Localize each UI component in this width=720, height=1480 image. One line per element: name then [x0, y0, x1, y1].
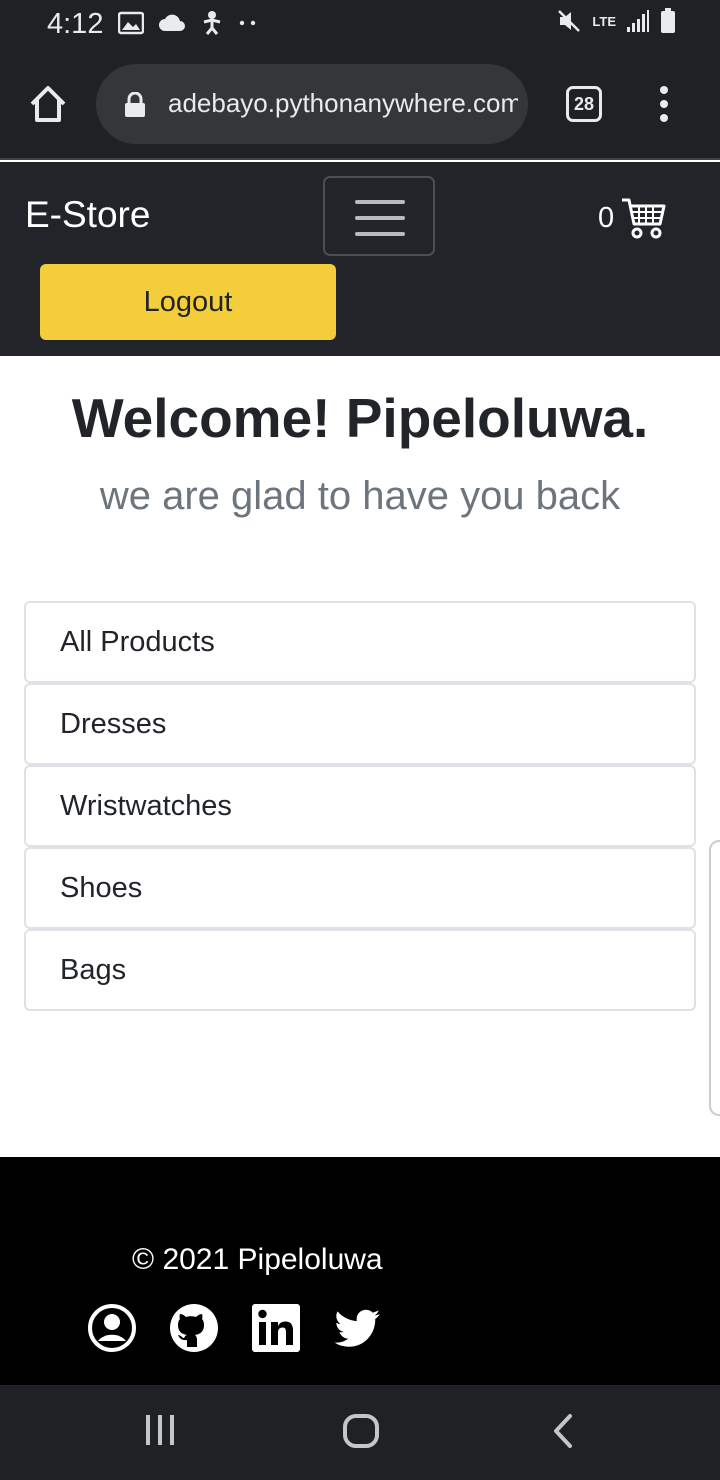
- brand-link[interactable]: E-Store: [25, 194, 150, 236]
- footer: © 2021 Pipeloluwa: [0, 1157, 720, 1385]
- edge-panel-handle[interactable]: [709, 840, 720, 1116]
- category-item-shoes[interactable]: Shoes: [24, 847, 696, 929]
- social-links: [87, 1303, 383, 1353]
- twitter-icon[interactable]: [333, 1303, 383, 1353]
- status-bar: 4:12 LTE: [0, 0, 720, 52]
- cart-count: 0: [598, 201, 615, 234]
- category-item-bags[interactable]: Bags: [24, 929, 696, 1011]
- cart-link[interactable]: 0: [598, 196, 666, 240]
- page-title: Welcome! Pipeloluwa.: [71, 387, 649, 449]
- lock-icon: [125, 92, 145, 117]
- cloud-icon: [159, 14, 185, 31]
- menu-icon[interactable]: [650, 84, 678, 124]
- github-icon[interactable]: [169, 1303, 219, 1353]
- status-icons-right: LTE: [556, 8, 676, 34]
- more-dots-icon: [239, 20, 256, 26]
- site-navbar: E-Store 0 Logout: [0, 162, 720, 356]
- home-icon[interactable]: [26, 82, 70, 126]
- hamburger-icon: [355, 216, 405, 220]
- browser-toolbar: adebayo.pythonanywhere.com 28: [0, 52, 720, 160]
- category-item-wristwatches[interactable]: Wristwatches: [24, 765, 696, 847]
- profile-icon[interactable]: [87, 1303, 137, 1353]
- battery-icon: [661, 8, 675, 33]
- address-bar[interactable]: adebayo.pythonanywhere.com: [96, 64, 528, 144]
- navbar-toggler-button[interactable]: [323, 176, 435, 256]
- mute-icon: [558, 10, 581, 32]
- lte-icon: LTE: [592, 13, 616, 29]
- status-time: 4:12: [47, 8, 104, 40]
- category-item-dresses[interactable]: Dresses: [24, 683, 696, 765]
- system-navigation-bar: [0, 1385, 720, 1480]
- logout-button[interactable]: Logout: [40, 264, 336, 340]
- hamburger-icon: [355, 200, 405, 204]
- tabs-button[interactable]: 28: [566, 86, 602, 122]
- linkedin-icon[interactable]: [251, 1303, 301, 1353]
- copyright-text: © 2021 Pipeloluwa: [132, 1243, 383, 1276]
- status-icons-left: [118, 10, 258, 36]
- image-icon: [118, 11, 144, 35]
- url-text[interactable]: adebayo.pythonanywhere.com: [168, 88, 518, 119]
- back-icon[interactable]: [550, 1413, 576, 1449]
- category-item-all-products[interactable]: All Products: [24, 601, 696, 683]
- page-subtitle: we are glad to have you back: [99, 474, 621, 518]
- cart-icon: [622, 198, 666, 239]
- category-list: All Products Dresses Wristwatches Shoes …: [24, 601, 696, 1011]
- signal-icon: [627, 10, 649, 32]
- accessibility-icon: [203, 11, 221, 35]
- hamburger-icon: [355, 232, 405, 236]
- recents-icon[interactable]: [144, 1413, 176, 1447]
- home-circle-icon[interactable]: [342, 1413, 380, 1449]
